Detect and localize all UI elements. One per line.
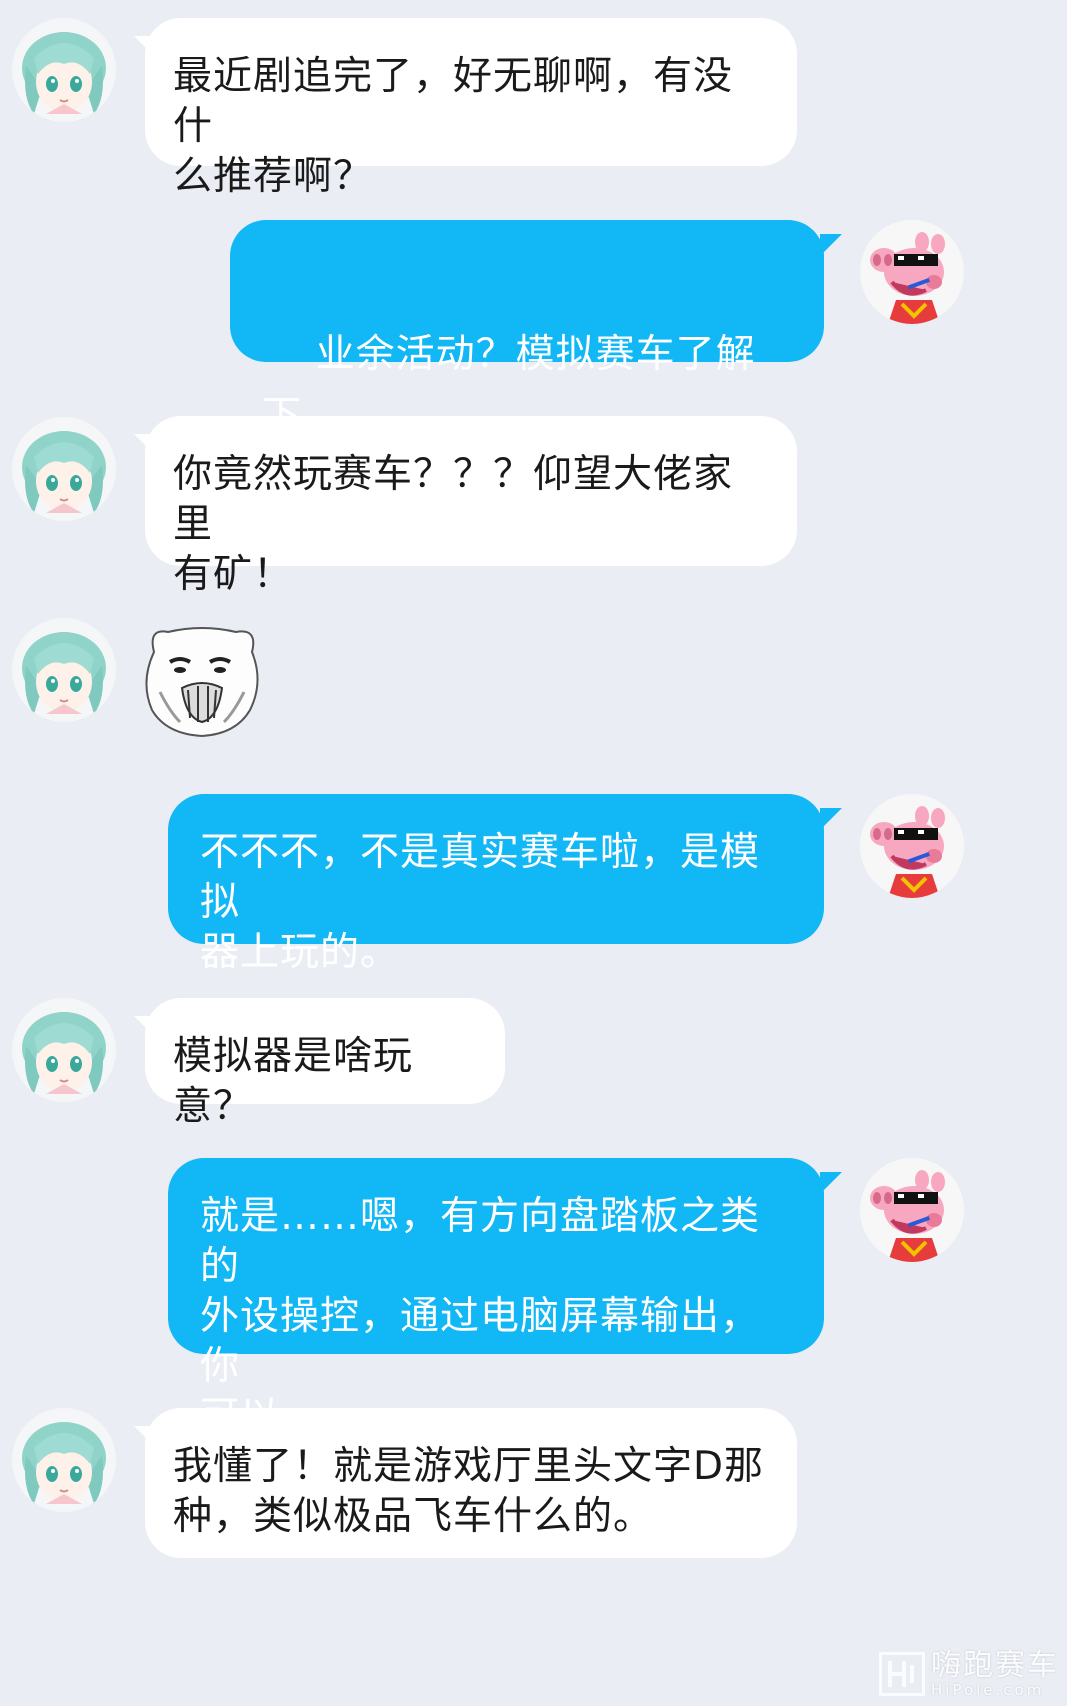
watermark-site: HiPole.com <box>931 1681 1045 1699</box>
contact-avatar[interactable] <box>12 618 116 722</box>
watermark-name: 嗨跑赛车 <box>931 1648 1059 1683</box>
user-avatar[interactable] <box>860 220 964 324</box>
watermark: 嗨跑赛车 HiPole.com <box>879 1650 1059 1698</box>
contact-avatar[interactable] <box>12 998 116 1102</box>
message-bubble[interactable]: 就是……嗯，有方向盘踏板之类的 外设操控，通过电脑屏幕输出，你 可以… <box>168 1158 824 1439</box>
user-avatar[interactable] <box>860 1158 964 1262</box>
contact-avatar[interactable] <box>12 1408 116 1512</box>
message-bubble[interactable]: 最近剧追完了，好无聊啊，有没什 么推荐啊？ <box>145 18 797 199</box>
user-avatar[interactable] <box>860 794 964 898</box>
message-bubble[interactable]: 我懂了！就是游戏厅里头文字D那 种，类似极品飞车什么的。 <box>145 1408 797 1558</box>
hipole-logo-icon <box>879 1652 925 1696</box>
message-bubble[interactable]: 你竟然玩赛车？？？仰望大佬家里 有矿！ <box>145 416 797 597</box>
message-bubble[interactable]: 模拟器是啥玩意？ <box>145 998 505 1129</box>
contact-avatar[interactable] <box>12 417 116 521</box>
contact-avatar[interactable] <box>12 18 116 122</box>
message-bubble[interactable]: 业余活动？模拟赛车了解下 <box>230 220 824 543</box>
sneaky-panda-meme-sticker-icon[interactable] <box>140 622 264 738</box>
message-bubble[interactable]: 不不不，不是真实赛车啦，是模拟 器上玩的。 <box>168 794 824 975</box>
